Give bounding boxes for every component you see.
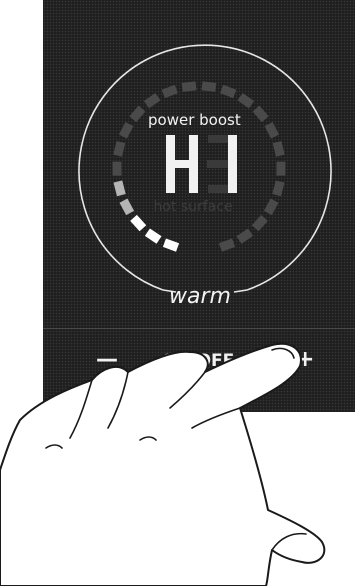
warm-button[interactable]: warm xyxy=(168,284,232,309)
level-segment xyxy=(161,84,178,99)
digit-one xyxy=(228,135,237,193)
level-segment xyxy=(263,198,279,216)
level-segment xyxy=(237,93,255,109)
level-segment xyxy=(201,81,217,92)
level-segment xyxy=(276,161,286,176)
level-segment xyxy=(252,105,269,123)
power-boost-label: power boost xyxy=(148,111,241,129)
level-segment xyxy=(181,81,197,92)
minus-button[interactable]: — xyxy=(92,345,122,375)
level-segment-lit xyxy=(144,228,162,244)
level-segment xyxy=(113,141,126,157)
level-segment-lit xyxy=(162,238,180,252)
level-segment-lit xyxy=(130,214,147,232)
level-segment xyxy=(272,141,285,157)
hot-surface-indicator: hot surface xyxy=(153,199,233,215)
dial-ring-end-right xyxy=(233,289,248,293)
onoff-button[interactable]: ON/OFF xyxy=(146,346,250,376)
segment-display xyxy=(166,135,237,193)
level-segment xyxy=(129,105,146,123)
level-segment xyxy=(236,228,254,244)
level-segment xyxy=(251,214,268,232)
plus-button[interactable]: + xyxy=(290,345,320,375)
level-segment xyxy=(264,122,280,139)
level-segment xyxy=(112,161,122,176)
level-segment-lit xyxy=(113,180,126,197)
level-ring-segments xyxy=(112,81,286,252)
digit-h-mid xyxy=(166,160,198,168)
level-segment xyxy=(218,238,236,252)
level-segment-lit xyxy=(119,198,135,216)
level-segment xyxy=(220,84,237,99)
level-segment xyxy=(118,122,134,139)
level-segment xyxy=(143,93,161,109)
plus-label: + xyxy=(296,347,315,372)
level-segment xyxy=(272,180,285,197)
